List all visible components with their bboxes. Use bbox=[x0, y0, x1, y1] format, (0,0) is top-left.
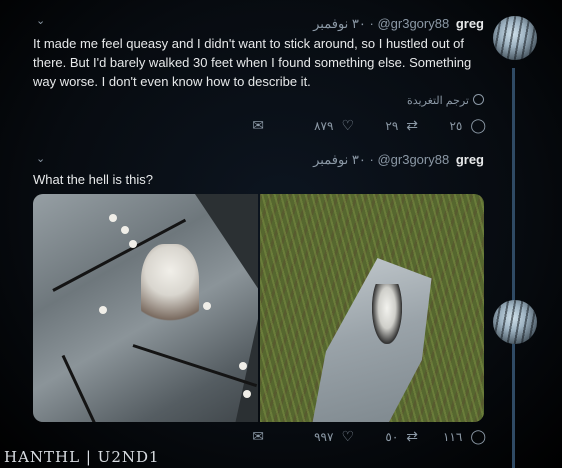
heart-icon: ♡ bbox=[341, 117, 354, 133]
pebble bbox=[239, 362, 247, 370]
photo-rock-bones[interactable] bbox=[259, 194, 484, 422]
pebble bbox=[243, 390, 251, 398]
animal-skull-remains bbox=[141, 244, 199, 334]
like-button[interactable]: ♡ ٩٩٧ bbox=[314, 428, 354, 445]
tweet-header: ٣٠ نوفمبر · @gr3gory88 greg bbox=[313, 152, 484, 168]
tweet-actions: ◯ ١١٦ ⇄ ٥٠ ♡ ٩٩٧ ✉ bbox=[250, 428, 486, 448]
tweet-header: ٣٠ نوفمبر · @gr3gory88 greg bbox=[313, 16, 484, 32]
share-icon: ✉ bbox=[252, 428, 264, 444]
like-count: ٨٧٩ bbox=[314, 118, 334, 133]
pebble bbox=[109, 214, 117, 222]
heart-icon: ♡ bbox=[341, 428, 354, 444]
translate-label: ترجم التغريدة bbox=[406, 95, 469, 107]
tweet-media[interactable] bbox=[33, 194, 484, 422]
reply-button[interactable]: ◯ ١١٦ bbox=[443, 428, 486, 445]
speech-bubble-icon: ◯ bbox=[470, 117, 486, 133]
pebble bbox=[99, 306, 107, 314]
share-icon: ✉ bbox=[252, 117, 264, 133]
user-handle[interactable]: @gr3gory88 bbox=[377, 16, 449, 31]
reply-count: ١١٦ bbox=[442, 429, 463, 444]
user-name[interactable]: greg bbox=[456, 152, 484, 167]
photo-rock-skull[interactable] bbox=[33, 194, 258, 422]
pebble bbox=[121, 226, 129, 234]
retweet-count: ٢٩ bbox=[385, 118, 399, 133]
pebble bbox=[203, 302, 211, 310]
retweet-button[interactable]: ⇄ ٢٩ bbox=[385, 117, 418, 134]
speech-bubble-icon: ◯ bbox=[470, 428, 486, 444]
avatar[interactable] bbox=[493, 16, 537, 60]
tweet-text: It made me feel queasy and I didn't want… bbox=[33, 36, 472, 89]
tweet-1[interactable]: ⌄ ٣٠ نوفمبر · @gr3gory88 greg It made me… bbox=[0, 0, 562, 148]
tweet-thread: ⌄ ٣٠ نوفمبر · @gr3gory88 greg It made me… bbox=[0, 0, 562, 468]
chevron-down-icon[interactable]: ⌄ bbox=[36, 152, 45, 165]
tweet-text: What the hell is this? bbox=[33, 172, 153, 187]
avatar[interactable] bbox=[493, 300, 537, 344]
retweet-button[interactable]: ⇄ ٥٠ bbox=[385, 428, 418, 445]
tweet-date[interactable]: ٣٠ نوفمبر bbox=[313, 152, 366, 167]
tweet-actions: ◯ ٢٥ ⇄ ٢٩ ♡ ٨٧٩ ✉ bbox=[250, 117, 486, 137]
animal-bones bbox=[371, 284, 402, 344]
share-button[interactable]: ✉ bbox=[252, 428, 264, 445]
globe-icon bbox=[473, 94, 484, 105]
translate-tweet-link[interactable]: ترجم التغريدة bbox=[407, 94, 484, 107]
retweet-icon: ⇄ bbox=[406, 117, 418, 133]
reply-button[interactable]: ◯ ٢٥ bbox=[449, 117, 486, 134]
retweet-count: ٥٠ bbox=[385, 429, 399, 444]
reply-count: ٢٥ bbox=[449, 118, 463, 133]
watermark: HANTHL | U2ND1 bbox=[4, 448, 160, 466]
tweet-2[interactable]: ⌄ ٣٠ نوفمبر · @gr3gory88 greg What the h… bbox=[0, 148, 562, 468]
retweet-icon: ⇄ bbox=[406, 428, 418, 444]
user-name[interactable]: greg bbox=[456, 16, 484, 31]
user-handle[interactable]: @gr3gory88 bbox=[377, 152, 449, 167]
tweet-date[interactable]: ٣٠ نوفمبر bbox=[313, 16, 366, 31]
like-button[interactable]: ♡ ٨٧٩ bbox=[314, 117, 354, 134]
chevron-down-icon[interactable]: ⌄ bbox=[36, 14, 45, 27]
pebble bbox=[129, 240, 137, 248]
share-button[interactable]: ✉ bbox=[252, 117, 264, 134]
like-count: ٩٩٧ bbox=[314, 429, 334, 444]
